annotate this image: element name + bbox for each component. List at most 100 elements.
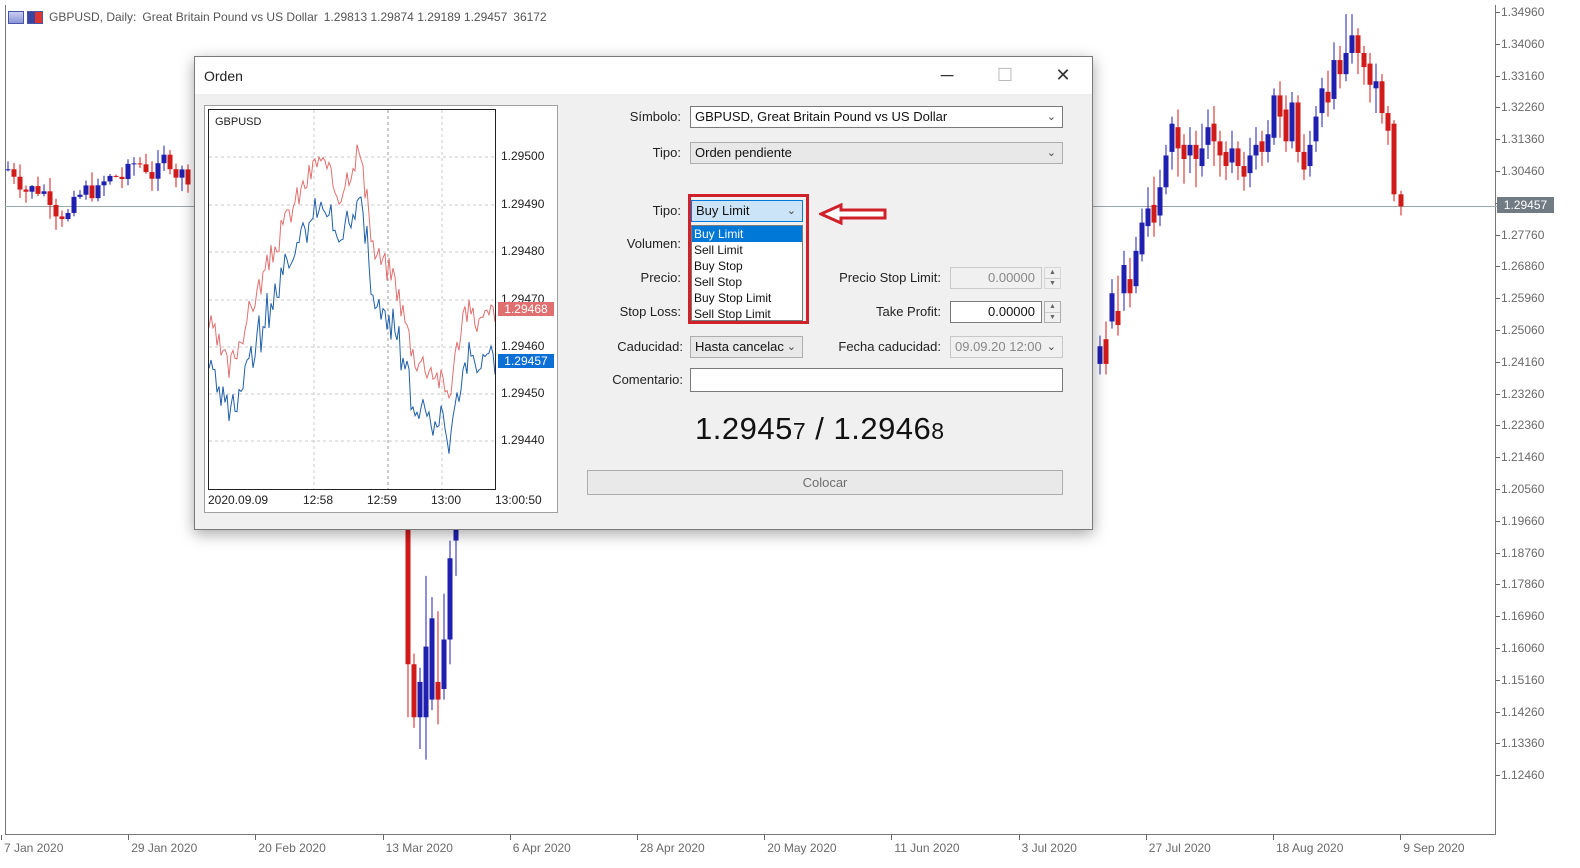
candle: [1115, 275, 1121, 336]
candle: [1097, 335, 1103, 375]
candle: [1259, 130, 1265, 167]
candle: [47, 178, 53, 219]
close-icon: ✕: [1055, 65, 1071, 85]
candle: [71, 190, 77, 217]
date-tick-label: 18 Aug 2020: [1272, 835, 1344, 855]
expiry-label: Caducidad:: [617, 339, 683, 354]
tick-time-label: 2020.09.09: [208, 493, 269, 507]
candle: [435, 611, 441, 725]
bid-price-pip: 7: [792, 418, 807, 444]
price-tick-label: 1.18760: [1495, 545, 1545, 560]
close-button[interactable]: ✕: [1040, 57, 1086, 94]
bid-price: 1.2945: [695, 411, 793, 446]
comment-input[interactable]: [690, 368, 1063, 392]
candle: [1355, 28, 1361, 75]
date-tick-label: 20 May 2020: [764, 835, 837, 855]
candle: [1145, 187, 1151, 237]
candle: [1169, 116, 1175, 170]
candle: [1295, 95, 1301, 163]
candle: [1283, 95, 1289, 152]
maximize-button[interactable]: ☐: [982, 57, 1028, 94]
candle: [1193, 130, 1199, 188]
ask-price-pip: 8: [931, 418, 945, 444]
candle: [1211, 105, 1217, 167]
date-tick-label: 9 Sep 2020: [1400, 835, 1465, 855]
candle: [1247, 137, 1253, 188]
spin-up-icon[interactable]: ▲: [1045, 302, 1060, 313]
date-tick-label: 27 Jul 2020: [1145, 835, 1211, 855]
candle: [1241, 151, 1247, 191]
tick-price-label: 1.29490: [501, 197, 545, 211]
candle: [1313, 105, 1319, 152]
tick-chart: GBPUSD 1.29500 1.29490 1.29480 1.29470 1…: [204, 105, 558, 513]
order-type-value: Orden pendiente: [695, 145, 792, 160]
dialog-titlebar[interactable]: Orden ─ ☐ ✕: [195, 57, 1092, 94]
take-profit-spinner[interactable]: ▲ ▼: [1044, 301, 1061, 323]
quote-separator: /: [806, 411, 834, 446]
price-tick-label: 1.12460: [1495, 768, 1545, 783]
candle: [417, 667, 423, 750]
candle: [1373, 63, 1379, 114]
tick-time-label: 13:00:50: [495, 493, 542, 507]
take-profit-input[interactable]: 0.00000: [950, 301, 1042, 323]
spin-down-icon[interactable]: ▼: [1045, 313, 1060, 323]
candle: [1205, 109, 1211, 159]
expiry-date-input[interactable]: 09.09.20 12:00 ⌄: [950, 336, 1063, 358]
spin-up-icon[interactable]: ▲: [1045, 268, 1060, 279]
price-tick-label: 1.21460: [1495, 450, 1545, 465]
candle: [113, 174, 119, 178]
stop-limit-spinner[interactable]: ▲ ▼: [1044, 267, 1061, 289]
current-price-tag: 1.29457: [1497, 197, 1554, 213]
expiry-date-value: 09.09.20 12:00: [955, 339, 1042, 354]
candle: [59, 210, 65, 227]
candle: [107, 173, 113, 185]
price-tick-label: 1.26860: [1495, 259, 1545, 274]
pending-type-label: Tipo:: [652, 203, 681, 218]
tick-time-label: 12:59: [367, 493, 398, 507]
price-axis: 1.34960 1.34060 1.33160 1.32260 1.31360 1.304…: [1495, 0, 1580, 840]
price-tick-label: 1.25060: [1495, 323, 1545, 337]
candle: [1133, 236, 1139, 294]
order-dialog: Orden ─ ☐ ✕ GBPUSD 1.29500 1.29490 1.294…: [194, 56, 1093, 530]
candle: [11, 162, 17, 184]
stop-limit-input[interactable]: 0.00000: [950, 267, 1042, 289]
bid-ask-quote: 1.29457 / 1.29468: [695, 411, 945, 447]
place-order-button[interactable]: Colocar: [587, 470, 1063, 495]
candle: [1229, 130, 1235, 174]
chevron-down-icon: ⌄: [1046, 341, 1056, 353]
candle: [1103, 321, 1109, 375]
tick-price-label: 1.29480: [501, 244, 545, 258]
candle: [441, 593, 447, 700]
tick-price-label: 1.29440: [501, 433, 545, 447]
dialog-title: Orden: [204, 68, 243, 84]
candle: [1217, 130, 1223, 177]
candle: [143, 153, 149, 174]
price-tick-label: 1.33160: [1495, 68, 1545, 83]
price-tick-label: 1.27760: [1495, 227, 1545, 242]
order-type-select[interactable]: Orden pendiente ⌄: [690, 142, 1063, 164]
price-tick-label: 1.34960: [1495, 5, 1545, 19]
candle: [95, 178, 101, 202]
minimize-button[interactable]: ─: [924, 57, 970, 94]
candle: [1277, 81, 1283, 138]
candle: [23, 185, 29, 203]
spin-down-icon[interactable]: ▼: [1045, 279, 1060, 289]
tick-price-label: 1.29500: [501, 149, 545, 163]
symbol-select[interactable]: GBPUSD, Great Britain Pound vs US Dollar…: [690, 106, 1063, 128]
candle: [1325, 70, 1331, 117]
candle: [89, 172, 95, 202]
candle: [1121, 250, 1127, 311]
price-tick-label: 1.25960: [1495, 291, 1545, 306]
candle: [1349, 14, 1355, 64]
candle: [1271, 88, 1277, 145]
candle: [29, 185, 35, 199]
order-type-label: Tipo:: [652, 145, 681, 160]
price-tick-label: 1.23260: [1495, 386, 1545, 401]
candle: [125, 159, 131, 186]
date-tick-label: 13 Mar 2020: [382, 835, 453, 855]
price-label: Precio:: [640, 270, 681, 285]
price-tick-label: 1.19660: [1495, 513, 1545, 528]
candle: [1289, 91, 1295, 149]
price-tick-label: 1.13360: [1495, 736, 1545, 751]
date-tick-label: 28 Apr 2020: [637, 835, 705, 855]
